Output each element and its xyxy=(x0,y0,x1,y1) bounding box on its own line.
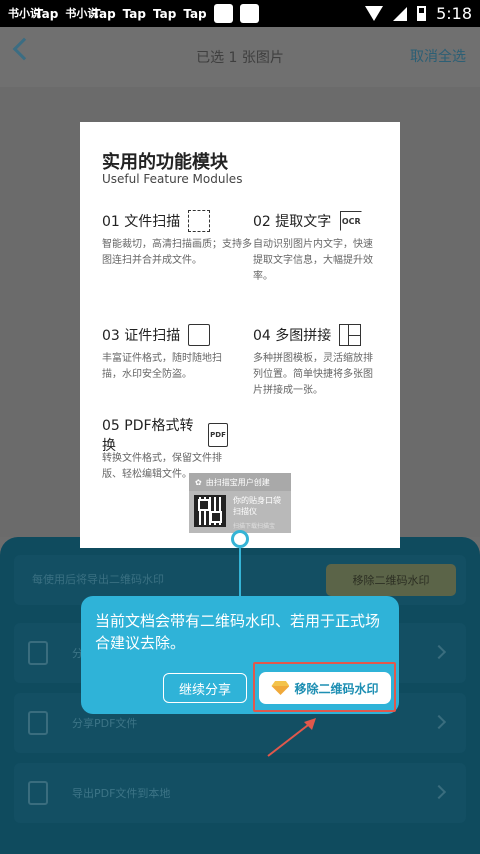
pdf-file-icon xyxy=(28,711,48,735)
taptap-app-icon: Tap xyxy=(122,6,146,21)
feature-item: 04 多图拼接 多种拼图模板，灵活缩放排列位置。简单快捷将多张图片拼接成一张。 xyxy=(253,322,379,399)
butterfly-logo-icon: ✿ xyxy=(195,477,202,487)
feature-item: 01 文件扫描 智能裁切，高清扫描画质；支持多图连扫并合并成文件。 xyxy=(102,208,252,269)
feature-description: 丰富证件格式，随时随地扫描，水印安全防盗。 xyxy=(102,353,222,380)
tooltip-message: 当前文档会带有二维码水印、若用于正式场合建议去除。 xyxy=(95,612,381,652)
system-tray: 5:18 xyxy=(365,4,472,23)
scan-frame-icon xyxy=(188,210,211,232)
clock: 5:18 xyxy=(436,4,472,23)
chevron-right-icon xyxy=(431,784,447,800)
app-bar: 已选 1 张图片 取消全选 xyxy=(0,27,480,87)
notification-icon xyxy=(213,4,233,23)
share-option-label: 导出PDF文件到本地 xyxy=(72,787,171,800)
diamond-icon xyxy=(271,681,289,695)
watermark-header: ✿ 由扫描宝用户创建 xyxy=(189,473,291,491)
feature-title: 05 PDF格式转换 xyxy=(102,418,194,454)
continue-share-button[interactable]: 继续分享 xyxy=(163,673,247,703)
novel-app-icon: 书小说 xyxy=(65,6,99,20)
sheet-remove-watermark-button[interactable]: 移除二维码水印 xyxy=(326,564,456,596)
pointer-arrow-icon xyxy=(267,718,316,757)
share-option-label: 分享PDF文件 xyxy=(72,717,138,730)
remove-qr-watermark-label: 移除二维码水印 xyxy=(294,681,379,696)
chevron-right-icon xyxy=(431,644,447,660)
collage-grid-icon xyxy=(339,324,362,346)
image-file-icon xyxy=(28,641,48,665)
feature-description: 多种拼图模板，灵活缩放排列位置。简单快捷将多张图片拼接成一张。 xyxy=(253,353,373,396)
ocr-icon: OCR xyxy=(339,210,363,232)
watermark-notice-text: 每使用后将导出二维码水印 xyxy=(32,573,164,586)
id-card-icon xyxy=(188,324,211,346)
export-file-icon xyxy=(28,781,48,805)
novel-app-icon: 书小说 xyxy=(8,6,41,20)
watermark-tooltip: 当前文档会带有二维码水印、若用于正式场合建议去除。 继续分享 移除二维码水印 xyxy=(81,596,399,714)
watermark-caption: 扫描下载扫描宝 xyxy=(233,523,276,530)
sheet-remove-watermark-label: 移除二维码水印 xyxy=(352,574,430,587)
tooltip-anchor-dot xyxy=(231,530,249,548)
signal-icon xyxy=(393,6,408,21)
watermark-slogan: 你的贴身口袋扫描仪 xyxy=(233,496,281,516)
notification-icon xyxy=(239,4,259,23)
qr-watermark: ✿ 由扫描宝用户创建 你的贴身口袋扫描仪 扫描下载扫描宝 xyxy=(189,473,291,533)
chevron-right-icon xyxy=(431,714,447,730)
feature-item: 02 提取文字 OCR 自动识别图片内文字，快速提取文字信息，大幅提升效率。 xyxy=(253,208,379,285)
feature-item: 03 证件扫描 丰富证件格式，随时随地扫描，水印安全防盗。 xyxy=(102,322,228,383)
watermark-header-text: 由扫描宝用户创建 xyxy=(205,477,270,487)
taptap-app-icon: Tap xyxy=(152,6,177,21)
tooltip-connector-line xyxy=(239,548,241,596)
wifi-icon xyxy=(365,6,384,21)
taptap-app-icon: Tap xyxy=(183,6,207,21)
card-title: 实用的功能模块 xyxy=(102,152,228,173)
pdf-file-icon: PDF xyxy=(208,423,228,447)
taptap-app-icon: Tap xyxy=(35,6,59,21)
taptap-app-icon: Tap xyxy=(92,6,116,21)
feature-description: 智能裁切，高清扫描画质；支持多图连扫并合并成文件。 xyxy=(102,239,252,266)
card-subtitle: Useful Feature Modules xyxy=(102,172,243,186)
qr-code-icon xyxy=(194,495,226,527)
feature-title: 04 多图拼接 xyxy=(253,328,332,344)
feature-title: 03 证件扫描 xyxy=(102,328,181,344)
page-title: 已选 1 张图片 xyxy=(196,50,284,66)
feature-title: 02 提取文字 xyxy=(253,214,332,230)
battery-icon xyxy=(417,6,427,21)
feature-description: 自动识别图片内文字，快速提取文字信息，大幅提升效率。 xyxy=(253,239,373,282)
share-option-row[interactable]: 导出PDF文件到本地 xyxy=(14,763,466,823)
remove-qr-watermark-button[interactable]: 移除二维码水印 xyxy=(259,672,391,704)
status-bar: 书小说 Tap 书小说 Tap Tap Tap Tap 5:18 xyxy=(0,0,480,27)
feature-title: 01 文件扫描 xyxy=(102,214,181,230)
deselect-all-button[interactable]: 取消全选 xyxy=(410,46,466,66)
